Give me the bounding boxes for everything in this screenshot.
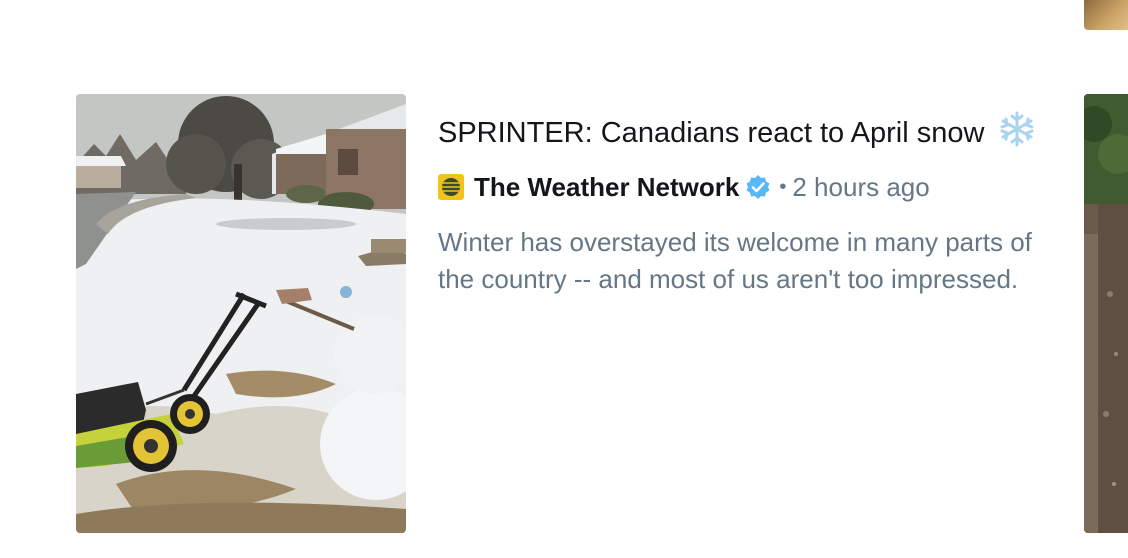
story-thumbnail[interactable] [76,94,406,533]
story-byline: The Weather Network • 2 hours ago [438,170,1038,204]
next-card-thumbnail-edge[interactable] [1084,94,1128,533]
story-timestamp[interactable]: 2 hours ago [792,172,929,203]
story-content: SPRINTER: Canadians react to April snow [438,110,1038,298]
news-feed: SPRINTER: Canadians react to April snow [0,0,1128,558]
story-summary: Winter has overstayed its welcome in man… [438,227,1032,294]
weather-network-logo-icon [438,174,464,200]
byline-separator: • [779,175,787,198]
verified-badge-icon [745,174,771,200]
source-name[interactable]: The Weather Network [474,172,739,203]
snowflake-icon [998,110,1036,160]
snowman-lawnmower-photo [76,94,406,533]
news-story-card[interactable]: SPRINTER: Canadians react to April snow [76,94,1056,534]
story-headline[interactable]: SPRINTER: Canadians react to April snow [438,110,1038,160]
previous-card-thumbnail-edge[interactable] [1084,0,1128,30]
headline-text: SPRINTER: Canadians react to April snow [438,117,985,149]
